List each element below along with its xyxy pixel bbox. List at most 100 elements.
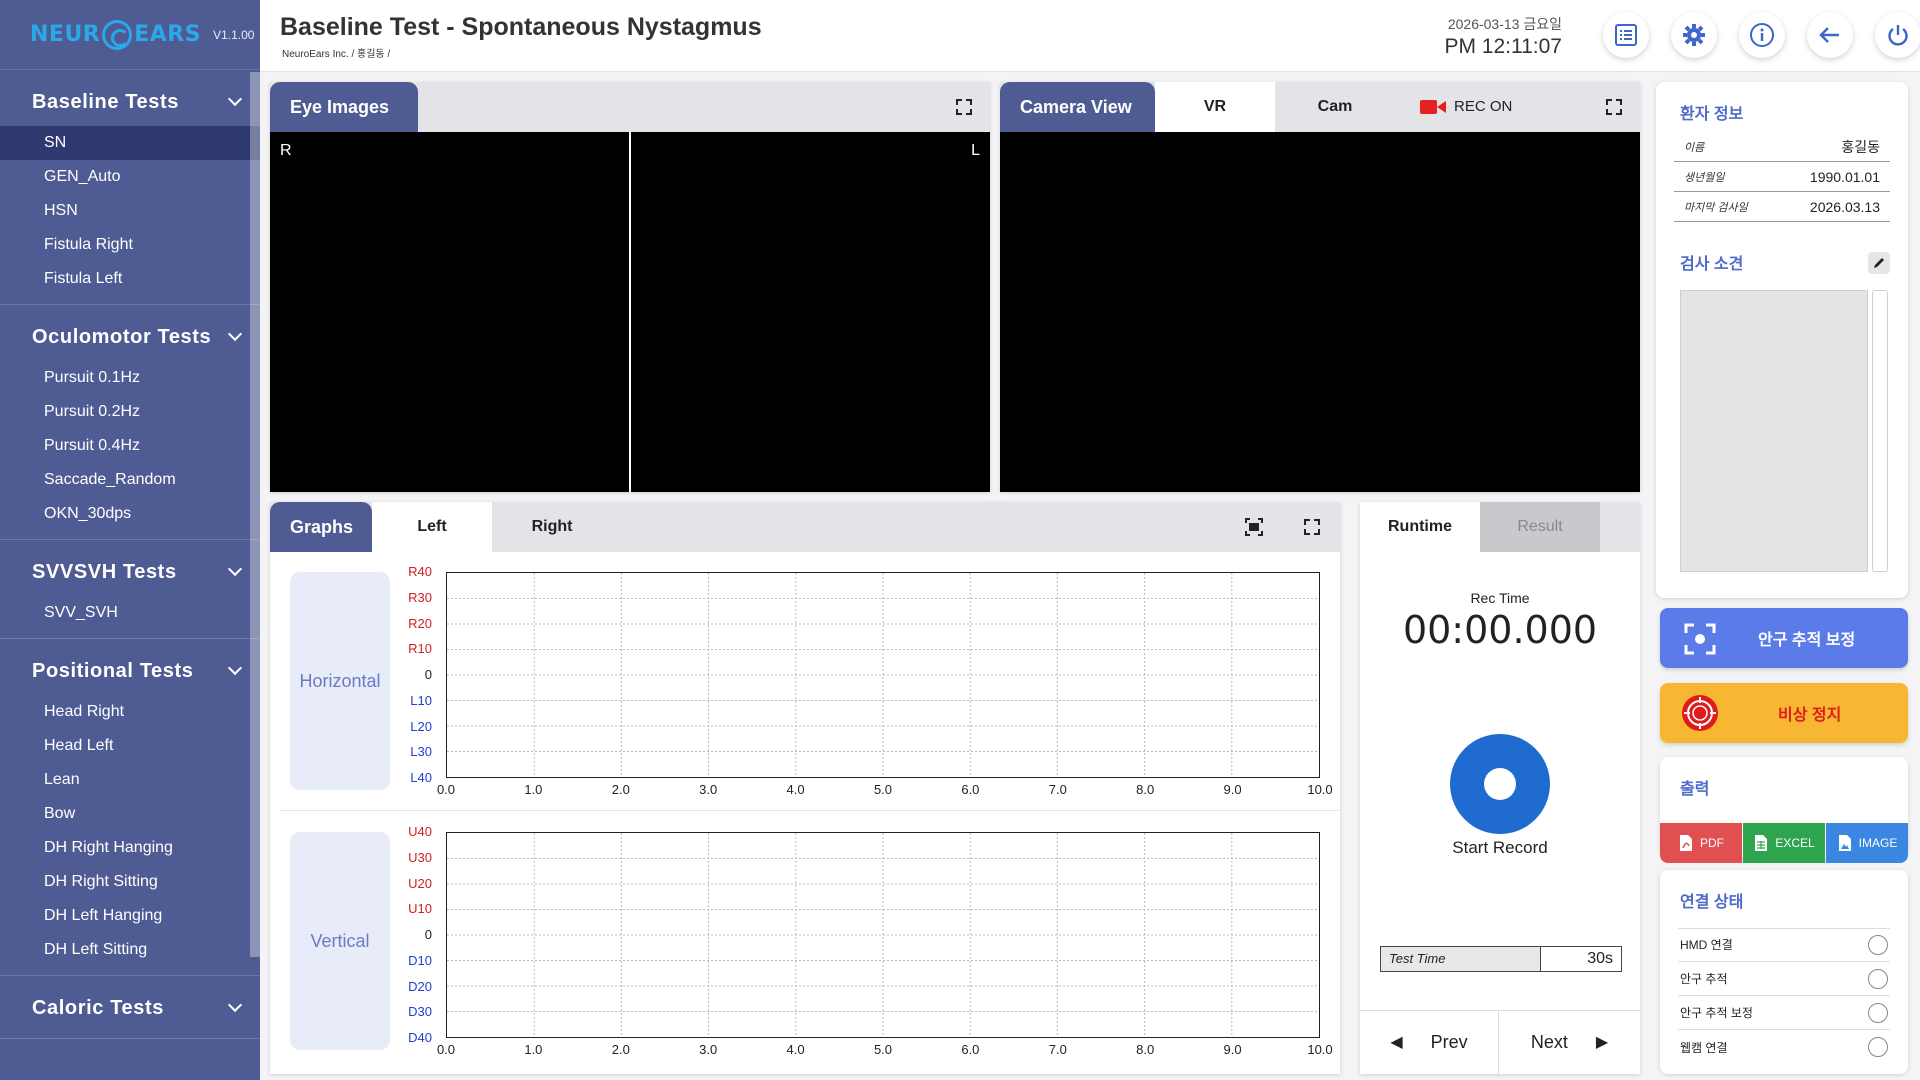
settings-button[interactable]: [1671, 12, 1717, 58]
next-button[interactable]: Next ▶: [1499, 1010, 1640, 1074]
nav-section: Caloric Tests: [0, 976, 260, 1039]
eye-images-panel: Eye Images R L: [270, 82, 990, 492]
export-card: 출력 PDF EXCEL IMAGE: [1660, 757, 1908, 863]
camera-view-panel: Camera View VR Cam REC ON: [1000, 82, 1640, 492]
focus-target-icon: [1684, 623, 1716, 655]
sidebar-item[interactable]: Pursuit 0.2Hz: [0, 395, 260, 429]
gear-icon: [1683, 24, 1705, 46]
page-title: Baseline Test - Spontaneous Nystagmus: [280, 13, 762, 41]
sidebar-item[interactable]: Bow: [0, 797, 260, 831]
exam-notes-title: 검사 소견: [1680, 256, 1744, 273]
fullscreen-icon[interactable]: [1302, 517, 1322, 537]
nav-section-title: Oculomotor Tests: [32, 325, 212, 348]
next-button-label: Next: [1530, 1031, 1568, 1052]
y-tick-label: D20: [408, 978, 432, 994]
prev-button-label: Prev: [1430, 1031, 1468, 1052]
sidebar-item[interactable]: DH Right Hanging: [0, 831, 260, 865]
sidebar-item[interactable]: Pursuit 0.4Hz: [0, 429, 260, 463]
vertical-graph-label: Vertical: [290, 832, 390, 1050]
conn-indicator-hmd: [1868, 934, 1888, 955]
eye-images-tabbar: Eye Images: [270, 82, 990, 132]
export-pdf-button[interactable]: PDF: [1660, 823, 1742, 863]
graphs-tabbar: Graphs Left Right: [270, 502, 1340, 552]
graphs-label: Graphs: [270, 502, 372, 552]
fullscreen-icon[interactable]: [1604, 97, 1624, 117]
nav-section-header[interactable]: Caloric Tests: [0, 976, 260, 1032]
sidebar-item[interactable]: GEN_Auto: [0, 160, 260, 194]
patient-name-key: 이름: [1684, 141, 1705, 154]
vertical-plot: [446, 832, 1320, 1038]
tab-result[interactable]: Result: [1480, 502, 1600, 552]
nav-section: Oculomotor Tests Pursuit 0.1Hz Pursuit 0.2…: [0, 305, 260, 540]
eye-tracking-calibration-button[interactable]: 안구 추적 보정: [1660, 608, 1908, 668]
back-arrow-icon: [1819, 27, 1839, 43]
conn-label-webcam: 웹캠 연결: [1680, 1040, 1728, 1055]
sidebar-item[interactable]: Fistula Left: [0, 262, 260, 296]
y-tick-label: D10: [408, 952, 432, 968]
x-tick-label: 8.0: [1136, 1042, 1155, 1057]
y-tick-label: R30: [408, 589, 432, 605]
start-record-button[interactable]: [1450, 734, 1550, 834]
conn-row-calibration: 안구 추적 보정: [1678, 996, 1890, 1030]
patient-info-card: 환자 정보 이름 홍길동 생년월일 1990.01.01 마지막 검사일 202…: [1656, 82, 1908, 598]
tab-vr[interactable]: VR: [1155, 82, 1275, 132]
patient-name-value: 홍길동: [1841, 138, 1880, 155]
back-button[interactable]: [1807, 12, 1853, 58]
nav-section-header[interactable]: Positional Tests: [0, 639, 260, 695]
sidebar-item[interactable]: HSN: [0, 194, 260, 228]
sidebar-item[interactable]: Pursuit 0.1Hz: [0, 361, 260, 395]
nav-section-header[interactable]: SVVSVH Tests: [0, 540, 260, 596]
power-button[interactable]: [1875, 12, 1920, 58]
tab-right[interactable]: Right: [492, 502, 612, 552]
sidebar-item[interactable]: SN: [0, 126, 260, 160]
emergency-stop-button[interactable]: 비상 정지: [1660, 683, 1908, 743]
sidebar-item[interactable]: DH Left Sitting: [0, 933, 260, 967]
fullscreen-icon[interactable]: [954, 97, 974, 117]
x-tick-label: 0.0: [436, 1042, 456, 1057]
nav-section-title: Baseline Tests: [32, 90, 179, 113]
info-button[interactable]: [1739, 12, 1785, 58]
sidebar-scrollbar[interactable]: [250, 72, 260, 957]
conn-indicator-eye-tracking: [1868, 968, 1888, 989]
graph-divider: [280, 810, 1340, 811]
tab-cam[interactable]: Cam: [1275, 82, 1395, 132]
sidebar: NEUR EARS V1.1.00 Baseline Tests SN GEN_Aut…: [0, 0, 260, 1080]
export-pdf-label: PDF: [1700, 836, 1724, 850]
next-arrow-icon: ▶: [1595, 1034, 1609, 1051]
tab-runtime[interactable]: Runtime: [1360, 502, 1480, 552]
sidebar-item[interactable]: Lean: [0, 763, 260, 797]
rec-time-value: 00:00.000: [1402, 608, 1598, 652]
patient-birth-row: 생년월일 1990.01.01: [1674, 162, 1890, 192]
fit-screen-icon[interactable]: [1244, 517, 1264, 537]
sidebar-item[interactable]: SVV_SVH: [0, 596, 260, 630]
patient-birth-value: 1990.01.01: [1809, 168, 1880, 185]
x-tick-label: 6.0: [961, 1042, 980, 1057]
export-excel-button[interactable]: EXCEL: [1743, 823, 1825, 863]
nav-section-header[interactable]: Oculomotor Tests: [0, 305, 260, 361]
tab-left[interactable]: Left: [372, 502, 492, 552]
edit-notes-button[interactable]: [1868, 252, 1890, 274]
sidebar-item[interactable]: Fistula Right: [0, 228, 260, 262]
export-image-button[interactable]: IMAGE: [1826, 823, 1908, 863]
sidebar-item[interactable]: Head Right: [0, 695, 260, 729]
chevron-down-icon: [227, 660, 243, 676]
sidebar-item[interactable]: Saccade_Random: [0, 463, 260, 497]
prev-arrow-icon: ◀: [1390, 1034, 1403, 1051]
sidebar-item[interactable]: Head Left: [0, 729, 260, 763]
x-tick-label: 4.0: [786, 782, 805, 797]
exam-notes-scrollbar[interactable]: [1872, 290, 1888, 572]
y-tick-label: R40: [408, 564, 432, 579]
sidebar-item[interactable]: DH Left Hanging: [0, 899, 260, 933]
y-tick-label: U10: [408, 901, 432, 917]
conn-row-webcam: 웹캠 연결: [1678, 1030, 1890, 1064]
sidebar-item[interactable]: DH Right Sitting: [0, 865, 260, 899]
conn-row-eye-tracking: 안구 추적: [1678, 962, 1890, 996]
conn-row-hmd: HMD 연결: [1678, 928, 1890, 962]
test-time-value: 30s: [1587, 950, 1613, 967]
left-eye-marker: L: [971, 142, 980, 159]
exam-notes-textarea[interactable]: [1680, 290, 1868, 572]
nav-section-header[interactable]: Baseline Tests: [0, 70, 260, 126]
prev-button[interactable]: ◀ Prev: [1360, 1010, 1498, 1074]
sidebar-item[interactable]: OKN_30dps: [0, 497, 260, 531]
list-button[interactable]: [1603, 12, 1649, 58]
